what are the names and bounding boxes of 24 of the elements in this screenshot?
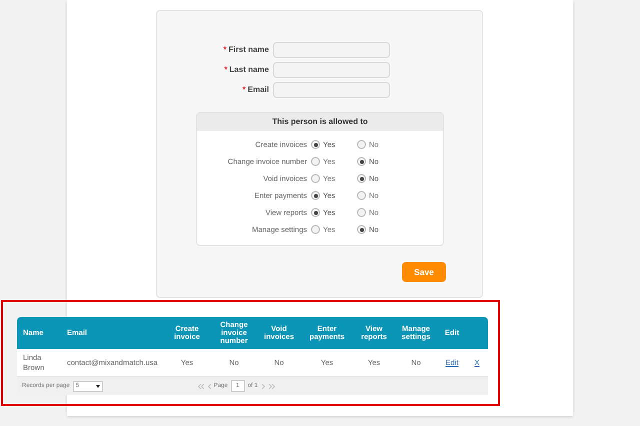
radio-button[interactable] xyxy=(311,208,320,217)
field-label: * Email xyxy=(242,84,270,96)
radio-button[interactable] xyxy=(311,157,320,166)
permissions-title: This person is allowed to xyxy=(197,113,443,131)
next-page-icon[interactable] xyxy=(262,384,265,388)
radio-button[interactable] xyxy=(357,191,366,200)
radio-button[interactable] xyxy=(357,174,366,183)
radio-button[interactable] xyxy=(357,208,366,217)
field-label: * First name xyxy=(222,44,270,56)
last-page-icon[interactable] xyxy=(268,384,275,388)
previous-page-icon[interactable] xyxy=(208,384,211,388)
radio-button[interactable] xyxy=(311,174,320,183)
radio-button[interactable] xyxy=(311,191,320,200)
dropdown-icon xyxy=(96,384,100,388)
field-label: * Last name xyxy=(223,64,270,76)
radio-button[interactable] xyxy=(357,225,366,234)
radio-button[interactable] xyxy=(311,225,320,234)
radio-button[interactable] xyxy=(311,140,320,149)
radio-button[interactable] xyxy=(357,140,366,149)
first-page-icon[interactable] xyxy=(198,384,204,388)
radio-button[interactable] xyxy=(357,157,366,166)
text-input[interactable] xyxy=(273,42,390,58)
text-input[interactable] xyxy=(273,62,390,78)
text-input[interactable] xyxy=(273,82,390,98)
